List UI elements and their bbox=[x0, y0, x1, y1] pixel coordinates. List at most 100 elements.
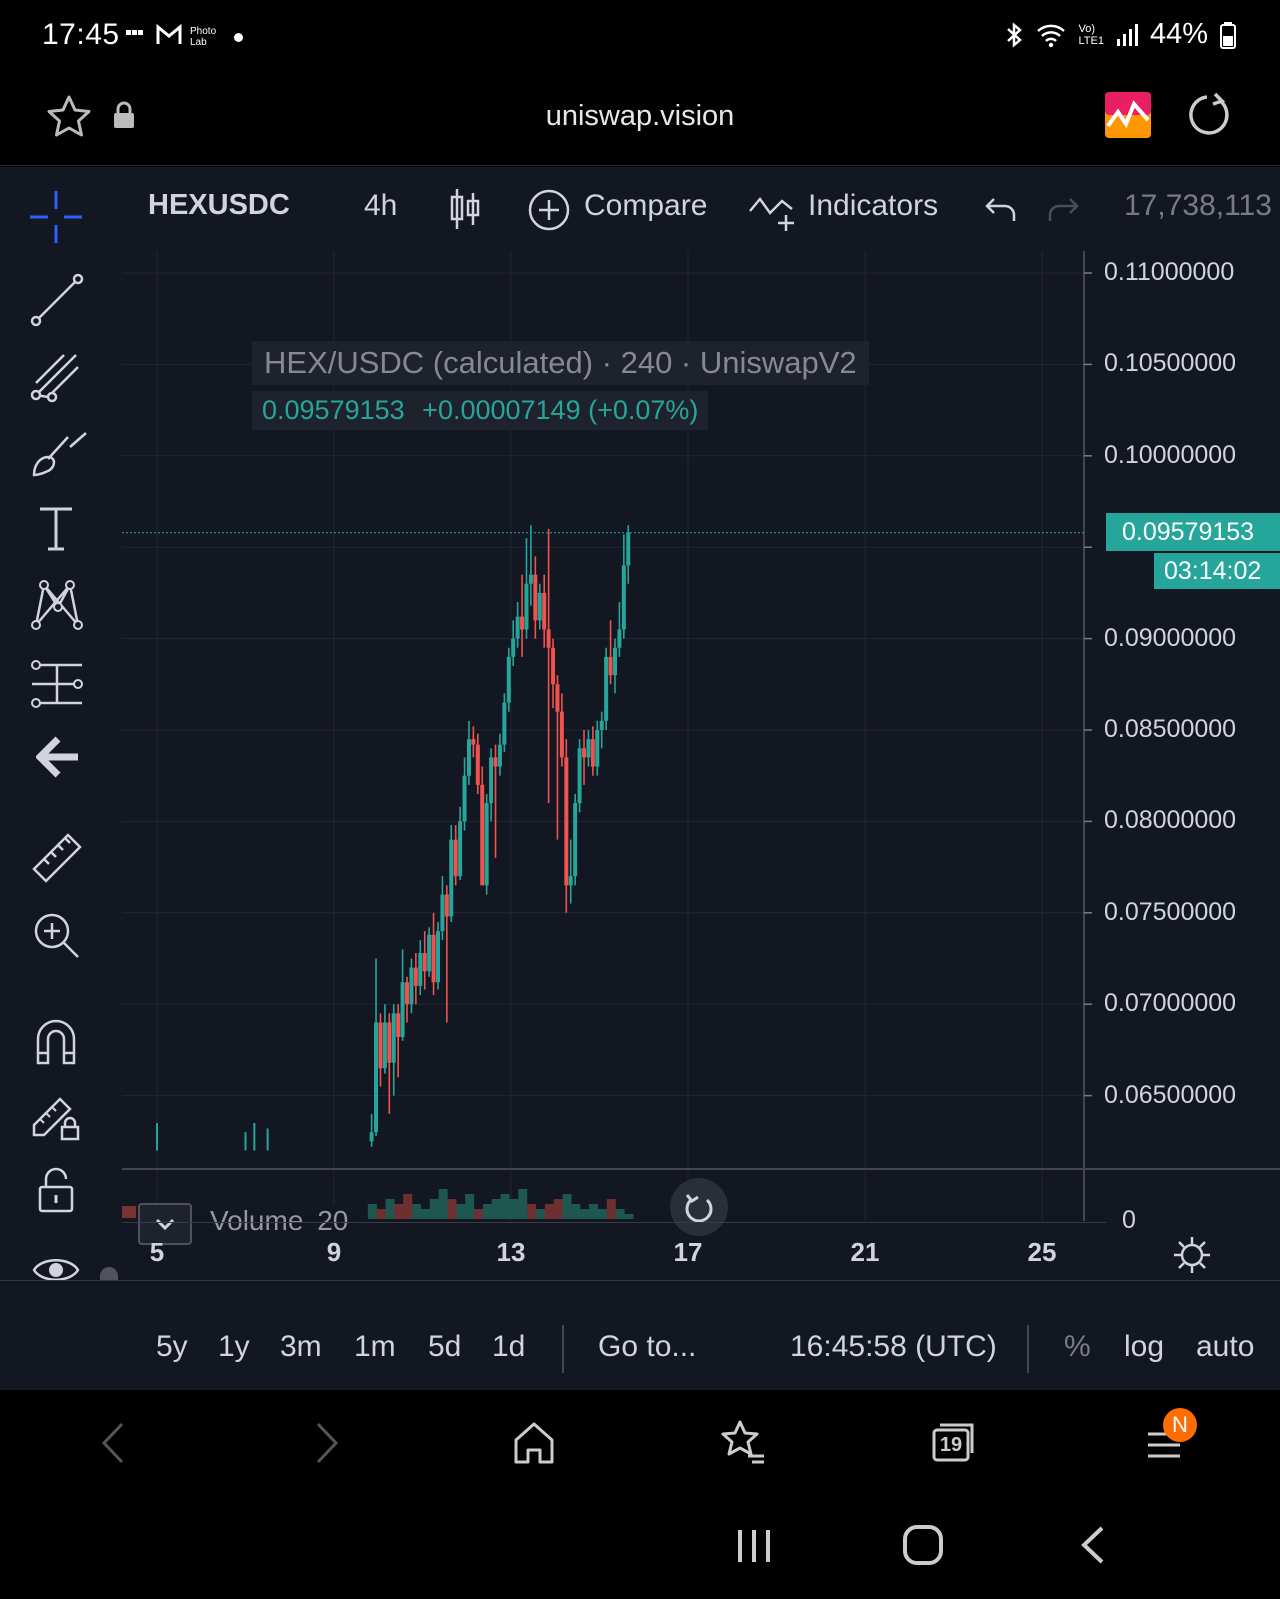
dot-icon bbox=[234, 33, 243, 42]
timeframe-1m[interactable]: 1m bbox=[354, 1330, 396, 1364]
volume-bar bbox=[412, 1204, 422, 1219]
candle-body bbox=[396, 1013, 401, 1038]
pattern-tool-icon[interactable] bbox=[30, 577, 84, 631]
candle-body bbox=[444, 894, 449, 917]
redo-icon[interactable] bbox=[1046, 195, 1080, 223]
bookmarks-icon[interactable] bbox=[718, 1418, 768, 1466]
candle-body bbox=[590, 739, 595, 767]
volume-bar bbox=[562, 1194, 572, 1219]
status-time: 17:45 bbox=[42, 18, 120, 51]
log-toggle[interactable]: log bbox=[1124, 1330, 1164, 1364]
brush-icon[interactable] bbox=[30, 427, 88, 481]
candle-body bbox=[608, 656, 613, 676]
compare-button[interactable]: Compare bbox=[584, 189, 707, 223]
volte-icon: Vo) LTE1 bbox=[1078, 22, 1104, 47]
trend-line-icon[interactable] bbox=[30, 273, 84, 327]
symbol-button[interactable]: HEXUSDC bbox=[148, 189, 290, 222]
utc-clock[interactable]: 16:45:58 (UTC) bbox=[790, 1330, 997, 1364]
candle-body bbox=[573, 803, 578, 877]
candle-body bbox=[533, 574, 538, 621]
volume-bar bbox=[122, 1206, 136, 1218]
unlock-icon[interactable] bbox=[36, 1165, 76, 1215]
time-label: 5 bbox=[149, 1237, 165, 1267]
gmail-icon bbox=[156, 23, 182, 51]
volume-bar bbox=[394, 1204, 404, 1219]
drawing-toolbar bbox=[0, 251, 118, 1390]
indicators-button[interactable]: Indicators bbox=[808, 189, 938, 223]
candle-body bbox=[586, 739, 591, 758]
candle-body bbox=[528, 574, 533, 584]
recents-icon[interactable] bbox=[734, 1526, 774, 1566]
browser-forward-icon[interactable] bbox=[312, 1420, 342, 1466]
undo-icon[interactable] bbox=[984, 195, 1018, 223]
pitchfork-icon[interactable] bbox=[30, 349, 84, 403]
candle-body bbox=[555, 684, 560, 712]
timeframe-1y[interactable]: 1y bbox=[218, 1330, 250, 1364]
volume-bar bbox=[456, 1204, 466, 1219]
candle-body bbox=[551, 647, 556, 685]
price-label: 0.06500000 bbox=[1104, 1080, 1237, 1109]
volume-bar bbox=[482, 1204, 492, 1219]
candle-body bbox=[427, 934, 432, 972]
time-axis[interactable]: 5 9 13 17 21 25 bbox=[122, 1222, 1106, 1279]
goto-button[interactable]: Go to... bbox=[598, 1330, 696, 1364]
site-chart-icon[interactable] bbox=[1105, 92, 1151, 138]
candle-body bbox=[515, 616, 520, 639]
candle-body bbox=[400, 982, 405, 1038]
bar-countdown: 03:14:02 bbox=[1154, 553, 1280, 589]
volume-bar bbox=[447, 1199, 457, 1219]
compare-plus-icon[interactable] bbox=[528, 189, 570, 231]
volume-bar bbox=[403, 1194, 413, 1219]
measure-ranges-icon[interactable] bbox=[28, 657, 86, 711]
android-back-icon[interactable] bbox=[1078, 1524, 1108, 1566]
settings-gear-icon[interactable] bbox=[1172, 1235, 1212, 1275]
timeframe-5d[interactable]: 5d bbox=[428, 1330, 461, 1364]
price-label: 0.09000000 bbox=[1104, 623, 1237, 652]
crosshair-icon[interactable] bbox=[30, 191, 82, 243]
indicators-icon[interactable] bbox=[748, 189, 796, 233]
lock-drawings-icon[interactable] bbox=[30, 1089, 84, 1143]
candle-body bbox=[621, 565, 626, 630]
auto-toggle[interactable]: auto bbox=[1196, 1330, 1254, 1364]
magnet-icon[interactable] bbox=[34, 1017, 78, 1067]
candle-body bbox=[418, 953, 423, 986]
browser-back-icon[interactable] bbox=[98, 1420, 128, 1466]
android-home-icon[interactable] bbox=[902, 1524, 944, 1566]
candle-body bbox=[409, 967, 414, 1005]
reload-icon[interactable] bbox=[1186, 92, 1232, 138]
volume-bar bbox=[553, 1199, 563, 1219]
volume-bar bbox=[429, 1199, 439, 1219]
timeframe-3m[interactable]: 3m bbox=[280, 1330, 322, 1364]
timeframe-1d[interactable]: 1d bbox=[492, 1330, 525, 1364]
candle-body bbox=[542, 592, 547, 630]
volume-bar bbox=[535, 1209, 545, 1219]
volume-bar bbox=[509, 1199, 519, 1219]
chart-type-candles-icon[interactable] bbox=[448, 187, 482, 231]
url-text[interactable]: uniswap.vision bbox=[0, 100, 1280, 133]
candle-body bbox=[511, 638, 516, 657]
percent-toggle[interactable]: % bbox=[1064, 1330, 1091, 1364]
legend-last: 0.09579153 bbox=[262, 395, 405, 425]
price-label: 0.08000000 bbox=[1104, 806, 1237, 835]
tabs-button[interactable]: 19 bbox=[932, 1422, 976, 1462]
interval-button[interactable]: 4h bbox=[364, 189, 397, 223]
zoom-in-icon[interactable] bbox=[32, 911, 82, 961]
back-arrow-icon[interactable] bbox=[36, 735, 80, 779]
home-icon[interactable] bbox=[512, 1420, 556, 1466]
price-label: 0.07500000 bbox=[1104, 897, 1237, 926]
text-tool-icon[interactable] bbox=[34, 501, 78, 555]
status-bar: 17:45 Photo Lab Vo) LTE1 44% bbox=[0, 0, 1280, 76]
candle-body bbox=[422, 953, 427, 972]
volume-bar bbox=[606, 1199, 616, 1219]
candle-body bbox=[471, 739, 476, 745]
price-chart[interactable]: HEX/USDC (calculated) · 240 · UniswapV2 … bbox=[122, 251, 1280, 1305]
current-price-tag: 0.09579153 bbox=[1106, 513, 1280, 551]
ruler-icon[interactable] bbox=[30, 831, 84, 885]
legend-change: +0.00007149 (+0.07%) bbox=[422, 395, 699, 425]
volume-bar bbox=[589, 1204, 599, 1219]
candle-body bbox=[462, 775, 467, 822]
timeframe-5y[interactable]: 5y bbox=[156, 1330, 188, 1364]
chart-toolbar: HEXUSDC 4h Compare Indicators 17,738,113 bbox=[0, 167, 1280, 251]
candle-body bbox=[502, 702, 507, 745]
time-label: 21 bbox=[850, 1237, 880, 1267]
